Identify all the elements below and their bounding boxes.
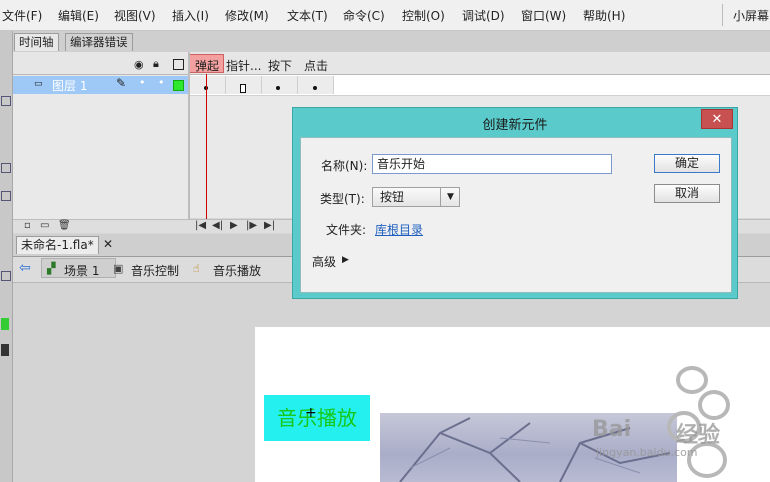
tool-icon[interactable] bbox=[1, 96, 11, 106]
watermark-brand: Bai bbox=[592, 417, 632, 442]
prev-frame-icon[interactable]: ◀| bbox=[212, 220, 223, 231]
tab-timeline[interactable]: 时间轴 bbox=[14, 33, 59, 51]
menu-insert[interactable]: 插入(I) bbox=[172, 7, 209, 24]
layer-type-icon: ▭ bbox=[34, 79, 43, 89]
chevron-down-icon[interactable]: ▼ bbox=[440, 188, 460, 206]
keyframe-hit bbox=[313, 86, 317, 90]
dialog-close-button[interactable]: ✕ bbox=[701, 109, 733, 129]
watermark-url: jingyan.baidu.com bbox=[596, 446, 698, 459]
tools-panel bbox=[0, 31, 13, 482]
menu-view[interactable]: 视图(V) bbox=[114, 7, 156, 24]
play-icon[interactable]: ▶ bbox=[230, 220, 238, 231]
menu-window[interactable]: 窗口(W) bbox=[521, 7, 566, 24]
advanced-toggle[interactable]: 高级 bbox=[312, 253, 336, 270]
menu-file[interactable]: 文件(F) bbox=[2, 7, 42, 24]
registration-cross-icon: + bbox=[305, 405, 317, 421]
back-arrow-icon[interactable]: ⇦ bbox=[19, 260, 31, 276]
type-label: 类型(T): bbox=[320, 192, 365, 206]
layer-row[interactable]: ▭ 图层 1 ✎ • • bbox=[13, 76, 188, 94]
layer-list bbox=[13, 75, 188, 219]
breadcrumb-symbol-1[interactable]: 音乐控制 bbox=[131, 262, 179, 279]
menu-divider bbox=[722, 4, 723, 26]
workspace-switcher[interactable]: 小屏幕 bbox=[733, 7, 769, 24]
watermark-brand-cn: 经验 bbox=[676, 423, 721, 448]
new-layer-icon[interactable]: ▫ bbox=[24, 220, 31, 231]
ok-button[interactable]: 确定 bbox=[654, 154, 720, 173]
dialog-title: 创建新元件 bbox=[482, 118, 548, 133]
frame-label-down[interactable]: 按下 bbox=[268, 57, 292, 74]
breadcrumb-symbol-2[interactable]: 音乐播放 bbox=[213, 262, 261, 279]
menu-bar: 文件(F) 编辑(E) 视图(V) 插入(I) 修改(M) 文本(T) 命令(C… bbox=[0, 0, 770, 31]
close-tab-icon[interactable]: ✕ bbox=[103, 237, 113, 251]
document-tab[interactable]: 未命名-1.fla* bbox=[16, 236, 99, 254]
breadcrumb-scene-label[interactable]: 场景 1 bbox=[64, 262, 99, 279]
menu-edit[interactable]: 编辑(E) bbox=[58, 7, 99, 24]
visibility-dot[interactable]: • bbox=[139, 76, 146, 89]
timeline-splitter[interactable] bbox=[188, 52, 190, 232]
frame-label-up[interactable]: 弹起 bbox=[195, 57, 219, 74]
lock-dot[interactable]: • bbox=[158, 76, 165, 89]
timeline-header bbox=[13, 52, 770, 75]
layer-name[interactable]: 图层 1 bbox=[52, 77, 87, 94]
cancel-button[interactable]: 取消 bbox=[654, 184, 720, 203]
frame-down[interactable] bbox=[262, 76, 298, 94]
stage-button-graphic[interactable]: 音乐播放 bbox=[264, 395, 370, 441]
name-input[interactable]: 音乐开始 bbox=[372, 154, 612, 174]
button-symbol-icon: ☝ bbox=[193, 262, 200, 275]
new-folder-icon[interactable]: ▭ bbox=[40, 220, 49, 231]
menu-debug[interactable]: 调试(D) bbox=[462, 7, 505, 24]
tool-icon[interactable] bbox=[1, 163, 11, 173]
tool-icon[interactable] bbox=[1, 191, 11, 201]
lock-icon[interactable]: 🔒︎ bbox=[153, 57, 159, 71]
folder-label: 文件夹: bbox=[326, 223, 367, 237]
menu-help[interactable]: 帮助(H) bbox=[583, 7, 625, 24]
scene-icon: ▞ bbox=[47, 262, 56, 275]
name-label: 名称(N): bbox=[321, 159, 368, 173]
layer-outline-color[interactable] bbox=[173, 80, 184, 91]
movieclip-icon: ▣ bbox=[113, 262, 124, 275]
outline-icon[interactable] bbox=[173, 59, 184, 70]
frame-up[interactable] bbox=[190, 76, 226, 94]
last-frame-icon[interactable]: ▶| bbox=[264, 220, 275, 231]
frame-label-over[interactable]: 指针... bbox=[226, 57, 261, 74]
menu-text[interactable]: 文本(T) bbox=[287, 7, 328, 24]
stroke-color-swatch[interactable] bbox=[1, 344, 9, 356]
menu-command[interactable]: 命令(C) bbox=[343, 7, 385, 24]
first-frame-icon[interactable]: |◀ bbox=[195, 220, 206, 231]
frame-hit[interactable] bbox=[298, 76, 334, 94]
expand-arrow-icon[interactable]: ▶ bbox=[342, 255, 349, 265]
delete-icon[interactable]: 🗑︎ bbox=[58, 220, 71, 231]
tool-icon[interactable] bbox=[1, 271, 11, 281]
folder-link[interactable]: 库根目录 bbox=[375, 221, 423, 238]
tab-compiler-errors[interactable]: 编译器错误 bbox=[65, 33, 133, 51]
timeline-tabs: 时间轴 编译器错误 bbox=[13, 31, 770, 53]
keyframe-down bbox=[276, 86, 280, 90]
frame-label-hit[interactable]: 点击 bbox=[304, 57, 328, 74]
pencil-icon: ✎ bbox=[116, 76, 127, 90]
menu-modify[interactable]: 修改(M) bbox=[225, 7, 269, 24]
fill-color-swatch[interactable] bbox=[1, 318, 9, 330]
playhead[interactable] bbox=[206, 74, 207, 221]
menu-control[interactable]: 控制(O) bbox=[402, 7, 445, 24]
eye-icon[interactable]: ◉ bbox=[134, 58, 144, 71]
empty-keyframe-over bbox=[240, 84, 246, 93]
next-frame-icon[interactable]: |▶ bbox=[246, 220, 257, 231]
